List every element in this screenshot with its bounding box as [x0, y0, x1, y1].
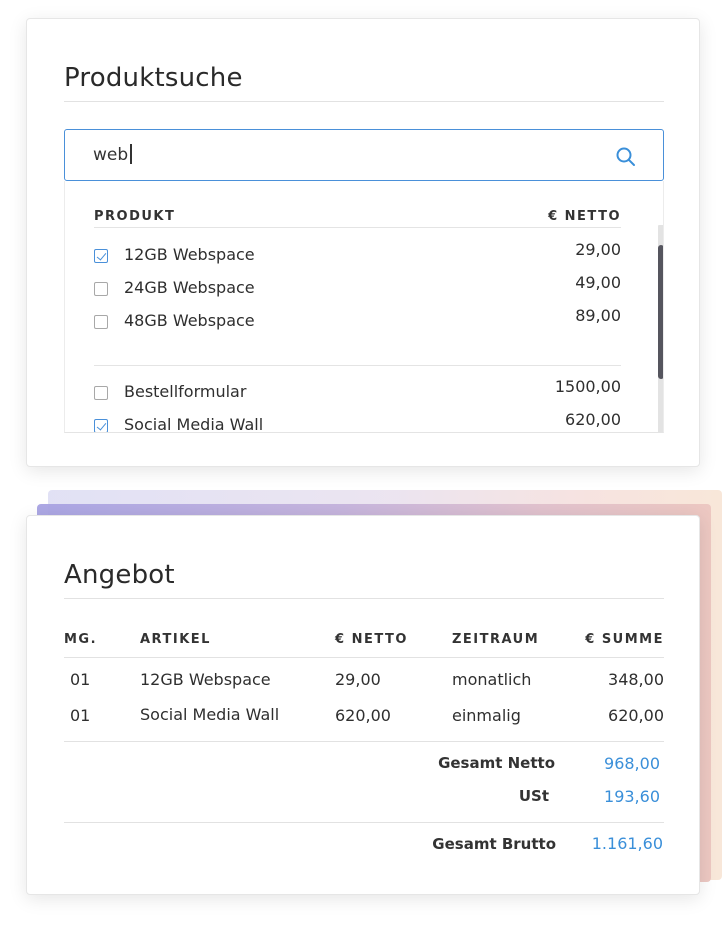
results-header-net: € NETTO	[548, 209, 621, 224]
product-search-card: Produktsuche PRODUKT € NETTO 12GB Webspa…	[26, 18, 700, 467]
result-item-label: 12GB Webspace	[124, 245, 255, 264]
offer-totals-divider	[64, 822, 664, 823]
result-item-label: Bestellformular	[124, 382, 247, 401]
product-search-title: Produktsuche	[64, 63, 243, 93]
result-item-label: Social Media Wall	[124, 415, 264, 433]
page: Produktsuche PRODUKT € NETTO 12GB Webspa…	[0, 0, 726, 935]
offer-title: Angebot	[64, 560, 175, 590]
scrollbar-thumb[interactable]	[658, 245, 663, 379]
result-item-price: 49,00	[575, 273, 621, 292]
offer-card: Angebot MG. ARTIKEL € NETTO ZEITRAUM € S…	[26, 515, 700, 895]
result-item-12gb-webspace[interactable]: 12GB Webspace 29,00	[94, 240, 621, 271]
text-caret	[130, 144, 132, 164]
vat-value: 193,60	[604, 787, 660, 806]
result-item-label: 24GB Webspace	[124, 278, 255, 297]
checkbox-unchecked-icon[interactable]	[94, 315, 108, 329]
offer-row-period: monatlich	[452, 670, 532, 689]
result-item-label: 48GB Webspace	[124, 311, 255, 330]
offer-header-period: ZEITRAUM	[452, 632, 540, 647]
offer-row-sum: 620,00	[608, 706, 664, 725]
offer-header-qty: MG.	[64, 632, 98, 647]
results-header: PRODUKT € NETTO	[94, 209, 621, 224]
total-net-value: 968,00	[604, 754, 660, 773]
checkbox-checked-icon[interactable]	[94, 249, 108, 263]
result-item-48gb-webspace[interactable]: 48GB Webspace 89,00	[94, 306, 621, 337]
offer-row-qty: 01	[70, 706, 91, 725]
search-icon[interactable]	[615, 146, 637, 168]
result-item-price: 89,00	[575, 306, 621, 325]
checkbox-unchecked-icon[interactable]	[94, 386, 108, 400]
total-gross-value: 1.161,60	[591, 834, 663, 853]
result-item-price: 29,00	[575, 240, 621, 259]
offer-row-period: einmalig	[452, 706, 521, 725]
checkbox-unchecked-icon[interactable]	[94, 282, 108, 296]
search-input[interactable]	[93, 140, 593, 170]
checkbox-checked-icon[interactable]	[94, 419, 108, 432]
offer-row-article: 12GB Webspace	[140, 670, 271, 689]
result-item-bestellformular[interactable]: Bestellformular 1500,00	[94, 377, 621, 408]
search-results-dropdown: PRODUKT € NETTO 12GB Webspace 29,00 24GB…	[64, 181, 664, 433]
offer-row-sum: 348,00	[608, 670, 664, 689]
result-item-price: 620,00	[565, 410, 621, 429]
offer-row-net: 29,00	[335, 670, 381, 689]
offer-header-sum: € SUMME	[585, 632, 664, 647]
offer-row-article: Social Media Wall	[140, 705, 280, 724]
result-item-24gb-webspace[interactable]: 24GB Webspace 49,00	[94, 273, 621, 304]
offer-row-qty: 01	[70, 670, 91, 689]
title-divider	[64, 598, 664, 599]
results-header-divider	[94, 227, 621, 228]
total-gross-label: Gesamt Brutto	[432, 835, 556, 853]
offer-header-net: € NETTO	[335, 632, 408, 647]
result-item-social-media-wall[interactable]: Social Media Wall 620,00	[94, 410, 621, 433]
offer-row-net: 620,00	[335, 706, 391, 725]
search-box[interactable]	[64, 129, 664, 181]
results-header-product: PRODUKT	[94, 209, 176, 224]
offer-header-article: ARTIKEL	[140, 632, 211, 647]
total-net-label: Gesamt Netto	[438, 754, 555, 772]
vat-label: USt	[518, 787, 549, 805]
offer-rows-divider	[64, 741, 664, 742]
offer-header-divider	[64, 657, 664, 658]
results-group-divider	[94, 365, 621, 366]
title-divider	[64, 101, 664, 102]
result-item-price: 1500,00	[554, 377, 621, 396]
